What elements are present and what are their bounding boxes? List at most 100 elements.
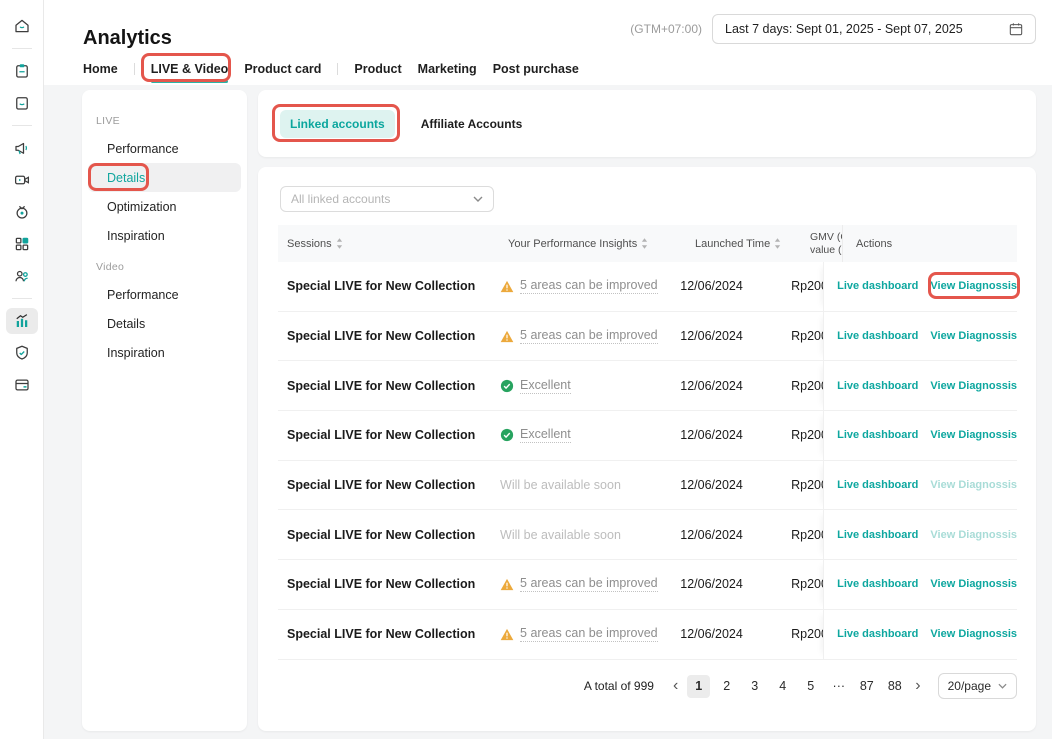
view-diagnosis-link[interactable]: View Diagnossis (930, 280, 1017, 292)
sidebar-item-live-details[interactable]: Details (88, 163, 241, 192)
tab-divider (337, 63, 338, 75)
gmv-cell: Rp200 (791, 627, 823, 641)
live-dashboard-link[interactable]: Live dashboard (837, 330, 918, 342)
pagination-page-87[interactable]: 87 (855, 675, 878, 698)
table-row: Special LIVE for New Collection 5 areas c… (278, 262, 1017, 312)
rail-item-analytics-icon[interactable] (6, 308, 38, 334)
tab-divider (134, 63, 135, 75)
rail-item-security-icon[interactable] (6, 340, 38, 366)
rail-item-products-icon[interactable] (6, 90, 38, 116)
view-diagnosis-link[interactable]: View Diagnossis (930, 380, 1017, 392)
pagination-prev-icon[interactable]: ‹ (669, 678, 682, 694)
session-cell: Special LIVE for New Collection (287, 277, 500, 295)
page-title: Analytics (83, 27, 172, 50)
date-range-picker[interactable]: Last 7 days: Sept 01, 2025 - Sept 07, 20… (712, 14, 1036, 44)
pagination-page-3[interactable]: 3 (743, 675, 766, 698)
view-diagnosis-link[interactable]: View Diagnossis (930, 429, 1017, 441)
live-dashboard-link[interactable]: Live dashboard (837, 479, 918, 491)
gmv-cell: Rp200 (791, 379, 823, 393)
finance-icon (13, 376, 31, 394)
affiliate-icon (13, 267, 31, 285)
sort-icon (641, 238, 648, 249)
live-dashboard-link[interactable]: Live dashboard (837, 380, 918, 392)
session-cell: Special LIVE for New Collection (287, 377, 500, 395)
live-dashboard-link[interactable]: Live dashboard (837, 628, 918, 640)
rail-item-video-icon[interactable] (6, 167, 38, 193)
sidebar-item-label: Performance (107, 288, 179, 302)
insight-cell: 5 areas can be improved (500, 626, 680, 642)
sort-icon (774, 238, 781, 249)
actions-cell: Live dashboard View Diagnossis (823, 610, 1017, 659)
sidebar-item-video-performance[interactable]: Performance (88, 280, 241, 309)
session-cell: Special LIVE for New Collection (287, 476, 500, 494)
icon-rail (0, 0, 44, 739)
check-circle-icon (500, 428, 514, 442)
pagination-next-icon[interactable]: › (911, 678, 924, 694)
linked-accounts-select-value: All linked accounts (291, 192, 390, 206)
tab-affiliate-accounts[interactable]: Affiliate Accounts (411, 110, 533, 138)
pagination-ellipsis[interactable]: ··· (827, 675, 850, 698)
column-header-gmv: GMV (G value (L (810, 231, 842, 257)
warning-icon (500, 280, 514, 293)
insight-text[interactable]: 5 areas can be improved (520, 576, 658, 592)
top-tab-product[interactable]: Product (354, 56, 401, 82)
rail-item-orders-icon[interactable] (6, 58, 38, 84)
pagination: A total of 999 ‹ 12345···8788 › 20/page (584, 673, 1017, 699)
live-dashboard-link[interactable]: Live dashboard (837, 578, 918, 590)
sidebar-item-video-details[interactable]: Details (88, 309, 241, 338)
calendar-icon (1009, 22, 1023, 36)
view-diagnosis-link[interactable]: View Diagnossis (930, 578, 1017, 590)
pagination-page-5[interactable]: 5 (799, 675, 822, 698)
top-tab-live-video[interactable]: LIVE & Video (151, 56, 229, 82)
top-tab-home[interactable]: Home (83, 56, 118, 82)
live-dashboard-link[interactable]: Live dashboard (837, 529, 918, 541)
live-dashboard-link[interactable]: Live dashboard (837, 280, 918, 292)
pagination-page-1[interactable]: 1 (687, 675, 710, 698)
tab-linked-accounts[interactable]: Linked accounts (280, 110, 395, 138)
sidebar-item-live-optimization[interactable]: Optimization (88, 192, 241, 221)
insight-cell: 5 areas can be improved (500, 328, 680, 344)
column-header-sessions[interactable]: Sessions (287, 238, 508, 250)
insight-text[interactable]: 5 areas can be improved (520, 626, 658, 642)
rail-item-marketing-icon[interactable] (6, 135, 38, 161)
view-diagnosis-link[interactable]: View Diagnossis (930, 628, 1017, 640)
rail-item-finance-icon[interactable] (6, 372, 38, 398)
insight-text[interactable]: 5 areas can be improved (520, 278, 658, 294)
pagination-page-88[interactable]: 88 (883, 675, 906, 698)
gmv-cell: Rp200 (791, 428, 823, 442)
linked-accounts-select[interactable]: All linked accounts (280, 186, 494, 212)
column-header-insights[interactable]: Your Performance Insights (508, 238, 695, 250)
pagination-page-4[interactable]: 4 (771, 675, 794, 698)
actions-cell: Live dashboardView Diagnossis (823, 510, 1017, 559)
gmv-cell: Rp200 (791, 528, 823, 542)
rail-item-affiliate-icon[interactable] (6, 263, 38, 289)
rail-item-apps-icon[interactable] (6, 231, 38, 257)
live-dashboard-link[interactable]: Live dashboard (837, 429, 918, 441)
insight-text[interactable]: Excellent (520, 427, 571, 443)
table-row: Special LIVE for New CollectionExcellent… (278, 411, 1017, 461)
session-name: Special LIVE for New Collection (287, 528, 475, 542)
top-tab-marketing[interactable]: Marketing (418, 56, 477, 82)
analytics-icon (13, 312, 31, 330)
gmv-cell: Rp200 (791, 577, 823, 591)
rail-item-home-icon[interactable] (6, 13, 38, 39)
rail-divider (12, 298, 32, 299)
view-diagnosis-link[interactable]: View Diagnossis (930, 330, 1017, 342)
rail-item-live-icon[interactable] (6, 199, 38, 225)
gmv-cell: Rp200 (791, 329, 823, 343)
sidebar-item-live-inspiration[interactable]: Inspiration (88, 221, 241, 250)
insight-text: Will be available soon (500, 478, 621, 492)
insight-text: Will be available soon (500, 528, 621, 542)
sidebar-item-video-inspiration[interactable]: Inspiration (88, 338, 241, 367)
sidebar-item-live-performance[interactable]: Performance (88, 134, 241, 163)
insight-text[interactable]: Excellent (520, 378, 571, 394)
top-tab-product-card[interactable]: Product card (244, 56, 321, 82)
gmv-cell: Rp200 (791, 279, 823, 293)
launched-time-cell: 12/06/2024 (680, 627, 791, 641)
insight-text[interactable]: 5 areas can be improved (520, 328, 658, 344)
page-size-select[interactable]: 20/page (938, 673, 1017, 699)
pagination-page-2[interactable]: 2 (715, 675, 738, 698)
launched-time-cell: 12/06/2024 (680, 279, 791, 293)
column-header-launched-time[interactable]: Launched Time (695, 238, 810, 250)
top-tab-post-purchase[interactable]: Post purchase (493, 56, 579, 82)
